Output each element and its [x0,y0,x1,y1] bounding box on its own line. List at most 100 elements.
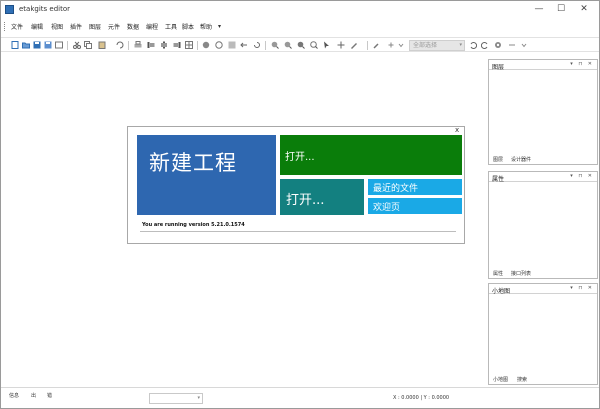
menu-help[interactable]: 帮助 [200,22,212,31]
tab-interface-list[interactable]: 接口列表 [511,270,531,277]
cursor-coordinates: X : 0.0000 | Y : 0.0000 [393,395,450,401]
menu-edit[interactable]: 编辑 [31,22,43,31]
status-tab-info[interactable]: 信息 [9,392,19,399]
minimap-panel-tabs: 小地图 搜索 [489,374,597,384]
selection-mode-value: 全部选择 [413,42,438,49]
menu-program[interactable]: 编程 [146,22,158,31]
new-file-icon[interactable] [11,41,19,49]
pan-icon[interactable] [337,41,345,49]
menu-plugin[interactable]: 插件 [70,22,82,31]
open-folder-icon[interactable] [22,41,30,49]
tab-design-parts[interactable]: 设计器件 [511,156,531,163]
settings-icon[interactable] [494,41,502,49]
zoom-select-icon[interactable] [310,41,318,49]
menu-file[interactable]: 文件 [11,22,23,31]
tab-layers[interactable]: 图层 [493,156,503,163]
layers-panel-title: 图层 [492,64,505,71]
properties-panel: 属性 ▾ ⊓ ✕ 属性 接口列表 [488,171,598,279]
panel-controls-icon[interactable]: ▾ ⊓ ✕ [570,173,594,179]
recent-files-label: 最近的文件 [373,184,419,194]
chevron-down-icon[interactable]: ▾ [197,395,200,401]
version-divider [140,231,456,232]
version-text: You are running version 5.21.0.1574 [142,222,245,228]
toolbar-separator [367,41,368,50]
status-bar: 信息 出 错 ▾ X : 0.0000 | Y : 0.0000 [1,387,599,408]
toolbar-separator [67,41,68,50]
duplicate-icon[interactable] [228,41,236,49]
chevron-down-icon[interactable]: ▾ [459,41,462,50]
minimize-button[interactable]: — [532,3,546,15]
layers-panel-tabs: 图层 设计器件 [489,154,597,164]
minimap-panel: 小地图 ▾ ⊓ ✕ 小地图 搜索 [488,283,598,385]
menu-data[interactable]: 数据 [127,22,139,31]
tab-search[interactable]: 搜索 [517,376,527,383]
save-icon[interactable] [33,41,41,49]
menu-script[interactable]: 脚本 [182,22,194,31]
redo-icon[interactable] [481,41,489,49]
panel-controls-icon[interactable]: ▾ ⊓ ✕ [570,61,594,67]
zoom-in-icon[interactable] [271,41,279,49]
pointer-icon[interactable] [323,41,331,49]
menu-view[interactable]: 视图 [51,22,63,31]
status-tab-errors[interactable]: 错 [47,392,52,399]
menu-element[interactable]: 元件 [108,22,120,31]
dropdown-arrow-icon[interactable] [397,41,405,49]
brush-icon[interactable] [373,41,381,49]
open-project-label: 打开... [285,152,315,163]
open-file-label: 打开... [286,193,325,208]
minimap-panel-title: 小地图 [492,288,511,295]
selection-mode-combo[interactable]: 全部选择 ▾ [409,40,465,51]
align-center-icon[interactable] [160,41,168,49]
zoom-out-icon[interactable] [284,41,292,49]
align-left-icon[interactable] [147,41,155,49]
status-dropdown[interactable]: ▾ [149,393,203,404]
menu-tools[interactable]: 工具 [165,22,177,31]
plus-icon[interactable] [387,41,395,49]
maximize-button[interactable]: ☐ [554,3,568,15]
save-all-icon[interactable] [44,41,52,49]
panel-controls-icon[interactable]: ▾ ⊓ ✕ [570,285,594,291]
minimap-panel-header: 小地图 ▾ ⊓ ✕ [489,284,597,295]
window-title: etakgits editor [19,5,70,13]
menu-bar: 文件 编辑 视图 插件 图层 元件 数据 编程 工具 脚本 帮助 ▾ [1,20,599,33]
toolbar-separator [265,41,266,50]
toolbar-separator [197,41,198,50]
refresh-icon[interactable] [116,41,124,49]
undo-icon[interactable] [469,41,477,49]
rotate-icon[interactable] [253,41,261,49]
properties-panel-title: 属性 [492,176,505,183]
tab-properties[interactable]: 属性 [493,270,503,277]
app-logo-icon [5,5,14,14]
layer-up-icon[interactable] [202,41,210,49]
close-doc-icon[interactable] [55,41,63,49]
status-tab-output[interactable]: 出 [31,392,36,399]
menu-grip-handle[interactable] [4,22,7,31]
zoom-fit-icon[interactable] [297,41,305,49]
layers-panel-header: 图层 ▾ ⊓ ✕ [489,60,597,71]
align-right-icon[interactable] [173,41,181,49]
app-window: etakgits editor — ☐ ✕ 文件 编辑 视图 插件 图层 元件 … [0,0,600,409]
grid-icon[interactable] [185,41,193,49]
menu-layer[interactable]: 图层 [89,22,101,31]
paste-icon[interactable] [98,41,106,49]
pen-icon[interactable] [350,41,358,49]
link-icon[interactable] [508,41,516,49]
cut-icon[interactable] [73,41,81,49]
welcome-page-label: 欢迎页 [373,203,401,213]
menu-overflow-icon[interactable]: ▾ [218,23,221,30]
main-toolbar: 全部选择 ▾ [1,37,599,52]
properties-panel-tabs: 属性 接口列表 [489,268,597,278]
copy-icon[interactable] [84,41,92,49]
tab-minimap[interactable]: 小地图 [493,376,508,383]
arrow-left-icon[interactable] [240,41,248,49]
properties-panel-header: 属性 ▾ ⊓ ✕ [489,172,597,183]
layers-panel: 图层 ▾ ⊓ ✕ 图层 设计器件 [488,59,598,165]
new-project-label: 新建工程 [149,151,237,175]
toolbar-overflow-icon[interactable] [520,41,528,49]
toolbar-separator [128,41,129,50]
title-bar: etakgits editor — ☐ ✕ [1,1,599,19]
close-button[interactable]: ✕ [577,3,591,15]
print-icon[interactable] [134,41,142,49]
layer-down-icon[interactable] [215,41,223,49]
start-page-close-button[interactable]: x [455,126,459,134]
